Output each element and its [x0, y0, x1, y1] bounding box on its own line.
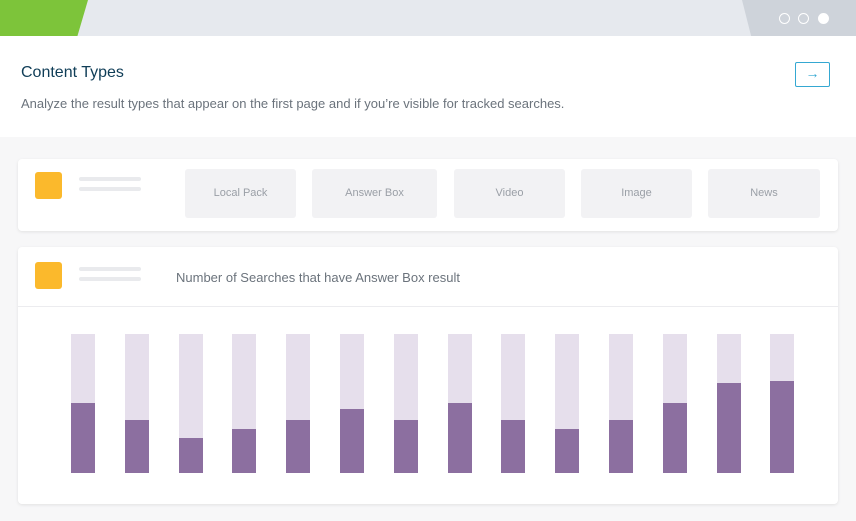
- chart-card: Number of Searches that have Answer Box …: [18, 247, 838, 504]
- bar[interactable]: [501, 420, 526, 473]
- section-header: Content Types Analyze the result types t…: [0, 36, 856, 137]
- bar-track: [447, 334, 472, 473]
- bar-track: [286, 334, 311, 473]
- bar[interactable]: [609, 420, 633, 473]
- placeholder-line: [79, 187, 141, 191]
- bar[interactable]: [178, 438, 203, 473]
- bar[interactable]: [124, 420, 149, 473]
- chart-title: Number of Searches that have Answer Box …: [176, 270, 460, 285]
- bar-track: [178, 334, 203, 473]
- filter-image[interactable]: Image: [581, 169, 692, 218]
- color-swatch: [35, 172, 62, 199]
- filter-card: Local Pack Answer Box Video Image News: [18, 159, 838, 231]
- pagination-dot-2[interactable]: [798, 13, 809, 24]
- brand-accent: [0, 0, 88, 36]
- color-swatch: [35, 262, 62, 289]
- bar[interactable]: [447, 403, 472, 473]
- pagination-dot-active[interactable]: [818, 13, 829, 24]
- bar-track: [501, 334, 526, 473]
- bar[interactable]: [71, 403, 95, 473]
- bar-track: [71, 334, 95, 473]
- bar-track: [555, 334, 580, 473]
- bar-track: [232, 334, 257, 473]
- bar[interactable]: [662, 403, 687, 473]
- bar[interactable]: [232, 429, 257, 473]
- bar-track: [124, 334, 149, 473]
- bar-track: [340, 334, 364, 473]
- bar-track: [716, 334, 741, 473]
- bar[interactable]: [770, 381, 795, 473]
- filter-local-pack[interactable]: Local Pack: [185, 169, 296, 218]
- bar-track: [609, 334, 633, 473]
- placeholder-line: [79, 277, 141, 281]
- page-subtitle: Analyze the result types that appear on …: [21, 96, 565, 111]
- bar-track: [662, 334, 687, 473]
- pagination-dot-1[interactable]: [779, 13, 790, 24]
- page-title: Content Types: [21, 64, 124, 81]
- filter-answer-box[interactable]: Answer Box: [312, 169, 437, 218]
- bar-chart: [18, 307, 838, 504]
- filter-video[interactable]: Video: [454, 169, 565, 218]
- bar[interactable]: [286, 420, 311, 473]
- bar[interactable]: [340, 409, 364, 473]
- bar-track: [770, 334, 795, 473]
- bar[interactable]: [393, 420, 418, 473]
- bar[interactable]: [555, 429, 580, 473]
- placeholder-line: [79, 177, 141, 181]
- arrow-right-icon: →: [805, 65, 820, 81]
- placeholder-line: [79, 267, 141, 271]
- next-button[interactable]: →: [795, 62, 830, 87]
- filter-news[interactable]: News: [708, 169, 820, 218]
- bar[interactable]: [716, 383, 741, 473]
- top-bar: [0, 0, 856, 36]
- bar-track: [393, 334, 418, 473]
